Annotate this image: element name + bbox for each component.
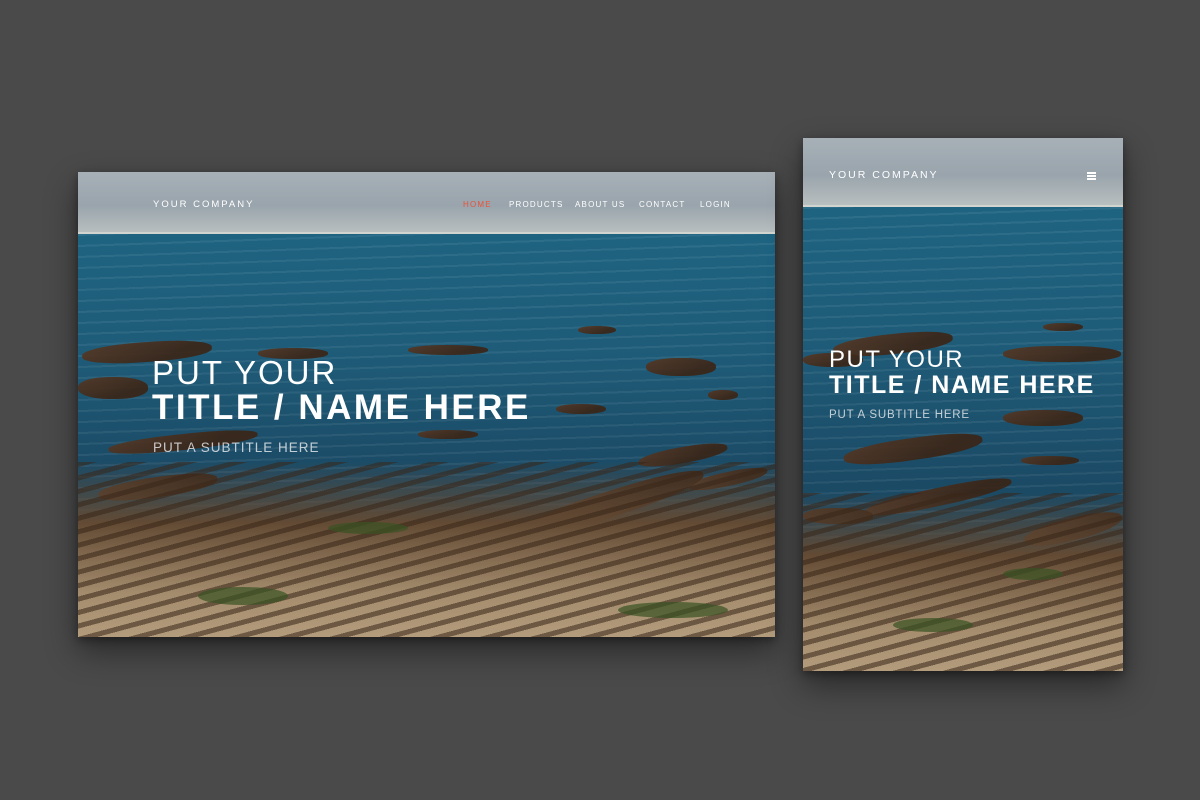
desktop-mockup: YOUR COMPANY HOME PRODUCTS ABOUT US CONT… [78,172,775,637]
hero-subtitle: PUT A SUBTITLE HERE [153,440,320,455]
nav-contact-link[interactable]: CONTACT [639,200,685,209]
hero-title-line-2: TITLE / NAME HERE [152,388,531,427]
hamburger-menu-icon[interactable] [1087,172,1096,180]
hero-background-image [803,138,1123,671]
mobile-mockup: YOUR COMPANY PUT YOUR TITLE / NAME HERE … [803,138,1123,671]
hero-title-line-1: PUT YOUR [152,354,338,391]
nav-products-link[interactable]: PRODUCTS [509,200,564,209]
hero-title-line-2: TITLE / NAME HERE [829,371,1095,399]
nav-login-link[interactable]: LOGIN [700,200,731,209]
nav-home-link[interactable]: HOME [463,200,492,209]
company-logo-text[interactable]: YOUR COMPANY [829,169,939,181]
company-logo-text[interactable]: YOUR COMPANY [153,199,254,210]
nav-about-us-link[interactable]: ABOUT US [575,200,625,209]
hero-title-line-1: PUT YOUR [829,346,965,373]
hero-subtitle: PUT A SUBTITLE HERE [829,409,970,421]
